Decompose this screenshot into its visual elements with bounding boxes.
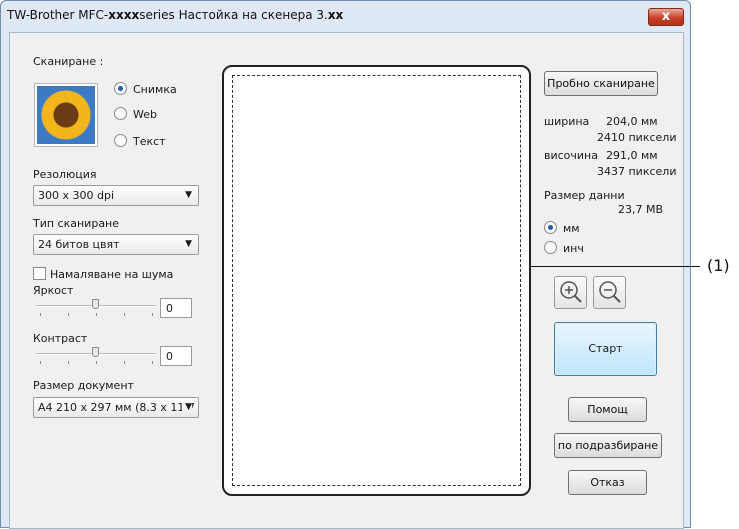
scan-type-select[interactable]: 24 битов цвят ▼	[33, 234, 199, 255]
default-button[interactable]: по подразбиране	[554, 433, 662, 458]
radio-button-icon	[114, 82, 127, 95]
chevron-down-icon: ▼	[185, 190, 192, 200]
unit-mm-radio[interactable]: мм	[544, 221, 580, 235]
zoom-in-icon	[560, 281, 582, 303]
slider-thumb[interactable]	[92, 347, 99, 357]
radio-button-icon	[114, 107, 127, 120]
close-button[interactable]: x	[648, 8, 684, 26]
help-button[interactable]: Помощ	[568, 397, 647, 422]
dialog-client-area: Сканиране : Снимка Web Текст Резолюция 3…	[9, 32, 684, 529]
data-size-value: 23,7 MB	[618, 203, 664, 216]
start-button[interactable]: Старт	[554, 322, 657, 376]
sunflower-photo-icon	[35, 84, 97, 146]
window-title: TW-Brother MFC-xxxxseries Настойка на ск…	[7, 8, 344, 22]
width-label: ширина	[544, 115, 590, 128]
callout-line	[529, 266, 700, 267]
chevron-down-icon: ▼	[182, 402, 192, 412]
scan-area-marquee[interactable]	[232, 75, 521, 486]
width-px-value: 2410 пиксели	[597, 131, 677, 144]
height-mm-value: 291,0 мм	[606, 149, 658, 162]
resolution-select[interactable]: 300 x 300 dpi ▼	[33, 185, 199, 206]
zoom-out-icon	[599, 281, 621, 303]
brightness-value-field[interactable]: 0	[160, 298, 192, 318]
cancel-button[interactable]: Отказ	[568, 470, 647, 495]
radio-button-icon	[544, 221, 557, 234]
radio-text[interactable]: Текст	[114, 134, 166, 148]
zoom-in-button[interactable]	[554, 276, 587, 309]
radio-web[interactable]: Web	[114, 107, 157, 121]
resolution-label: Резолюция	[33, 168, 97, 181]
radio-button-icon	[114, 134, 127, 147]
contrast-label: Контраст	[33, 332, 88, 345]
scanner-settings-window: TW-Brother MFC-xxxxseries Настойка на ск…	[0, 0, 691, 529]
document-size-label: Размер документ	[33, 379, 134, 392]
chevron-down-icon: ▼	[185, 239, 192, 249]
checkbox-icon	[33, 267, 46, 280]
scan-type-label: Тип сканиране	[33, 217, 120, 230]
close-icon: x	[661, 9, 671, 24]
callout-label: (1)	[707, 256, 730, 275]
width-mm-value: 204,0 мм	[606, 115, 658, 128]
zoom-out-button[interactable]	[593, 276, 626, 309]
document-size-select[interactable]: A4 210 x 297 мм (8.3 x 11.7 ин ▼	[33, 397, 199, 418]
prescan-button[interactable]: Пробно сканиране	[544, 71, 658, 96]
noise-reduction-checkbox[interactable]: Намаляване на шума	[33, 267, 173, 281]
height-px-value: 3437 пиксели	[597, 165, 677, 178]
data-size-label: Размер данни	[544, 189, 625, 202]
radio-button-icon	[544, 241, 557, 254]
contrast-value-field[interactable]: 0	[160, 346, 192, 366]
radio-photo[interactable]: Снимка	[114, 82, 177, 96]
scan-label: Сканиране :	[33, 55, 104, 68]
title-bar: TW-Brother MFC-xxxxseries Настойка на ск…	[1, 1, 690, 31]
preview-area[interactable]	[222, 65, 531, 496]
brightness-label: Яркост	[33, 284, 74, 297]
height-label: височина	[544, 149, 598, 162]
unit-inch-radio[interactable]: инч	[544, 241, 584, 255]
slider-thumb[interactable]	[92, 299, 99, 309]
